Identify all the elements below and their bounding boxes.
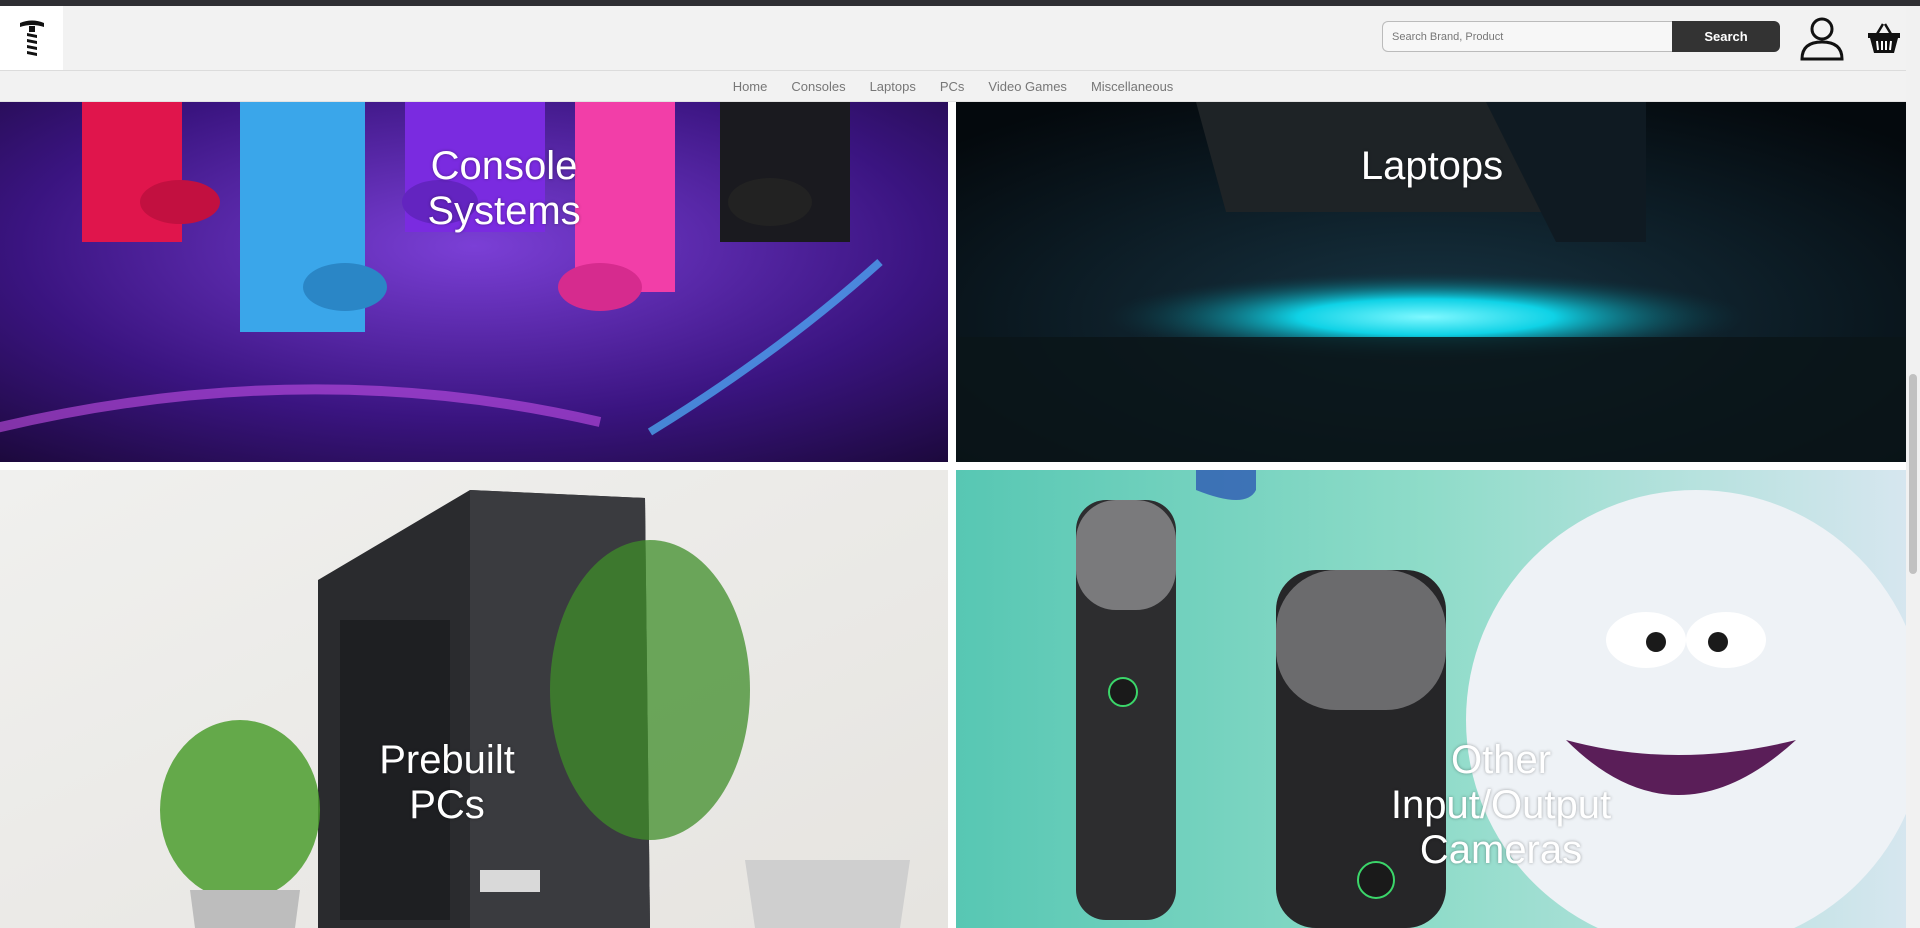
tile-console-systems[interactable]: Console Systems: [0, 102, 948, 462]
scrollbar-thumb[interactable]: [1909, 374, 1917, 574]
nav-item-pcs[interactable]: PCs: [940, 79, 965, 94]
basket-icon: [1868, 23, 1900, 53]
tile-laptops[interactable]: Laptops: [956, 102, 1906, 462]
nav-item-miscellaneous[interactable]: Miscellaneous: [1091, 79, 1173, 94]
site-header: Search: [0, 6, 1906, 71]
nav-item-consoles[interactable]: Consoles: [791, 79, 845, 94]
tile-prebuilt-pcs[interactable]: Prebuilt PCs: [0, 470, 948, 928]
tile-label-other-input-output-cameras: Other Input/Output Cameras: [1390, 738, 1612, 872]
page-scrollbar[interactable]: [1906, 6, 1920, 928]
user-icon: [1800, 17, 1844, 61]
nav-item-video-games[interactable]: Video Games: [988, 79, 1067, 94]
tile-label-laptops: Laptops: [1360, 144, 1504, 188]
account-button[interactable]: [1798, 14, 1846, 62]
store-logo[interactable]: [0, 6, 63, 70]
nav-item-home[interactable]: Home: [733, 79, 768, 94]
tile-label-prebuilt-pcs: Prebuilt PCs: [379, 738, 515, 827]
search-input[interactable]: [1382, 21, 1672, 52]
main-nav: Home Consoles Laptops PCs Video Games Mi…: [0, 71, 1906, 102]
nav-item-laptops[interactable]: Laptops: [870, 79, 916, 94]
logo-icon: [19, 20, 44, 56]
tile-label-console-systems: Console Systems: [427, 144, 581, 233]
pc-image: [0, 470, 948, 928]
search-bar: Search: [1382, 21, 1780, 54]
tile-other-input-output-cameras[interactable]: Other Input/Output Cameras: [956, 470, 1906, 928]
search-button[interactable]: Search: [1672, 21, 1780, 52]
cart-button[interactable]: [1866, 20, 1902, 56]
